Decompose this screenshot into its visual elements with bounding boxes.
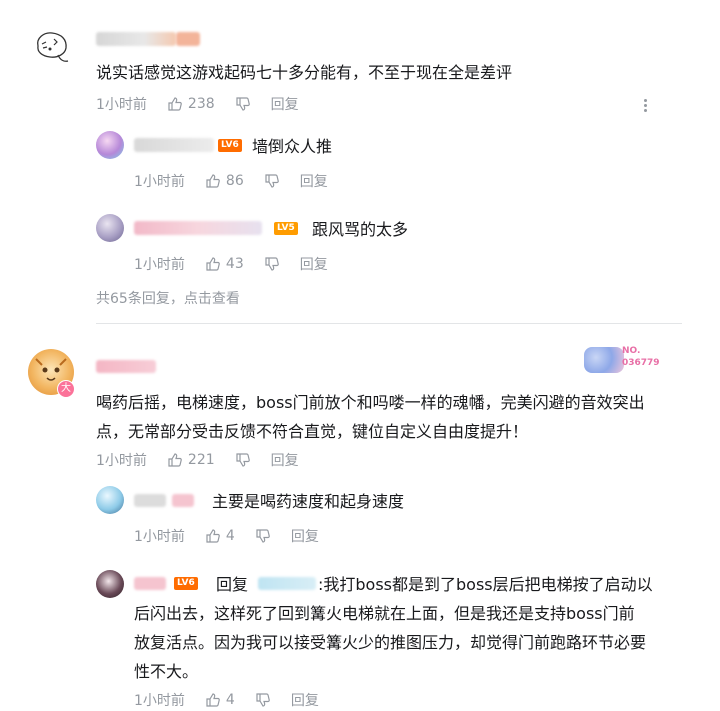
thumb-down-icon [236,97,250,111]
reply-button[interactable]: 回复 [271,450,299,470]
reply-username-tail [172,494,194,507]
reply-button[interactable]: 回复 [300,171,328,191]
thumb-up-icon [206,529,220,543]
like-count: 238 [187,96,215,112]
reply-time: 1小时前 [134,257,185,273]
like-count: 221 [187,452,215,468]
reply-username[interactable] [134,577,166,590]
username[interactable] [96,360,156,373]
reply-time: 1小时前 [134,529,185,545]
like-button[interactable]: 221 [167,452,215,468]
like-count: 4 [225,528,235,544]
dislike-button[interactable] [264,256,280,272]
reply-text: 墙倒众人推 [252,137,333,156]
reply-username[interactable] [134,494,166,507]
username[interactable] [96,32,176,46]
comment-text-line-2: 点，无常部分受击反馈不符合直觉，键位自定义自由度提升！ [96,422,529,441]
reply-prefix: 回复 [216,575,249,594]
thumb-down-icon [265,257,279,271]
thumb-up-icon [168,97,182,111]
doodle-avatar-icon [37,32,69,62]
thumb-up-icon [206,257,220,271]
reply-text: 主要是喝药速度和起身速度 [212,492,405,511]
comment-actions: 1小时前 238 回复 [96,94,319,114]
like-count: 86 [225,173,244,189]
like-count: 4 [225,692,235,708]
reply-button[interactable]: 回复 [291,526,319,546]
like-button[interactable]: 86 [205,173,244,189]
thumb-up-icon [168,453,182,467]
reply-avatar[interactable] [96,570,124,598]
reply-actions: 1小时前 4 回复 [134,526,339,546]
like-button[interactable]: 4 [205,692,235,708]
like-button[interactable]: 4 [205,528,235,544]
user-avatar[interactable] [28,24,76,72]
like-button[interactable]: 238 [167,96,215,112]
level-badge: LV6 [218,139,242,152]
fan-number: NO. 036779 [622,346,660,368]
like-button[interactable]: 43 [205,256,244,272]
fan-card-figure-icon [584,347,624,373]
comment-actions: 1小时前 221 回复 [96,450,319,470]
reply-button[interactable]: 回复 [300,254,328,274]
reply-text-line-2: 后闪出去，这样死了回到篝火电梯就在上面，但是我还是支持boss门前 [134,604,635,623]
dislike-button[interactable] [235,96,251,112]
dislike-button[interactable] [264,173,280,189]
reply-text: 跟风骂的太多 [312,220,409,239]
thumb-down-icon [256,693,270,707]
reply-button[interactable]: 回复 [271,94,299,114]
comment-text-line-1: 喝药后摇，电梯速度，boss门前放个和吗喽一样的魂幡，完美闪避的音效突出 [96,393,645,412]
reply-username[interactable] [134,221,262,235]
comment-time: 1小时前 [96,97,147,113]
dislike-button[interactable] [255,528,271,544]
thumb-down-icon [265,174,279,188]
level-badge: LV6 [174,577,198,590]
reply-actions: 1小时前 4 回复 [134,690,339,710]
divider [96,323,682,324]
reply-text-line-4: 性不大。 [134,662,199,681]
reply-text-line-1: :我打boss都是到了boss层后把电梯按了启动以 [318,575,653,594]
reply-avatar[interactable] [96,131,124,159]
reply-time: 1小时前 [134,693,185,709]
reply-text-line-3: 放复活点。因为我可以接受篝火少的推图压力，却觉得门前跑路环节必要 [134,633,647,652]
reply-actions: 1小时前 86 回复 [134,171,348,191]
vip-badge-text: 大 [61,383,71,394]
comment-time: 1小时前 [96,453,147,469]
thumb-up-icon [206,174,220,188]
thumb-down-icon [236,453,250,467]
dislike-button[interactable] [255,692,271,708]
username-tail [176,32,200,46]
reply-time: 1小时前 [134,174,185,190]
vip-badge: 大 [57,380,75,398]
level-badge: LV5 [274,222,298,235]
mentioned-user[interactable] [258,577,316,590]
reply-avatar[interactable] [96,486,124,514]
reply-actions: 1小时前 43 回复 [134,254,348,274]
view-more-replies[interactable]: 共65条回复，点击查看 [96,288,240,308]
reply-avatar[interactable] [96,214,124,242]
more-vertical-icon[interactable] [644,97,648,114]
thumb-down-icon [256,529,270,543]
thumb-up-icon [206,693,220,707]
fan-card[interactable]: NO. 036779 [584,343,674,375]
reply-username[interactable] [134,138,214,152]
reply-button[interactable]: 回复 [291,690,319,710]
like-count: 43 [225,256,244,272]
comment-text: 说实话感觉这游戏起码七十多分能有，不至于现在全是差评 [96,63,513,82]
dislike-button[interactable] [235,452,251,468]
